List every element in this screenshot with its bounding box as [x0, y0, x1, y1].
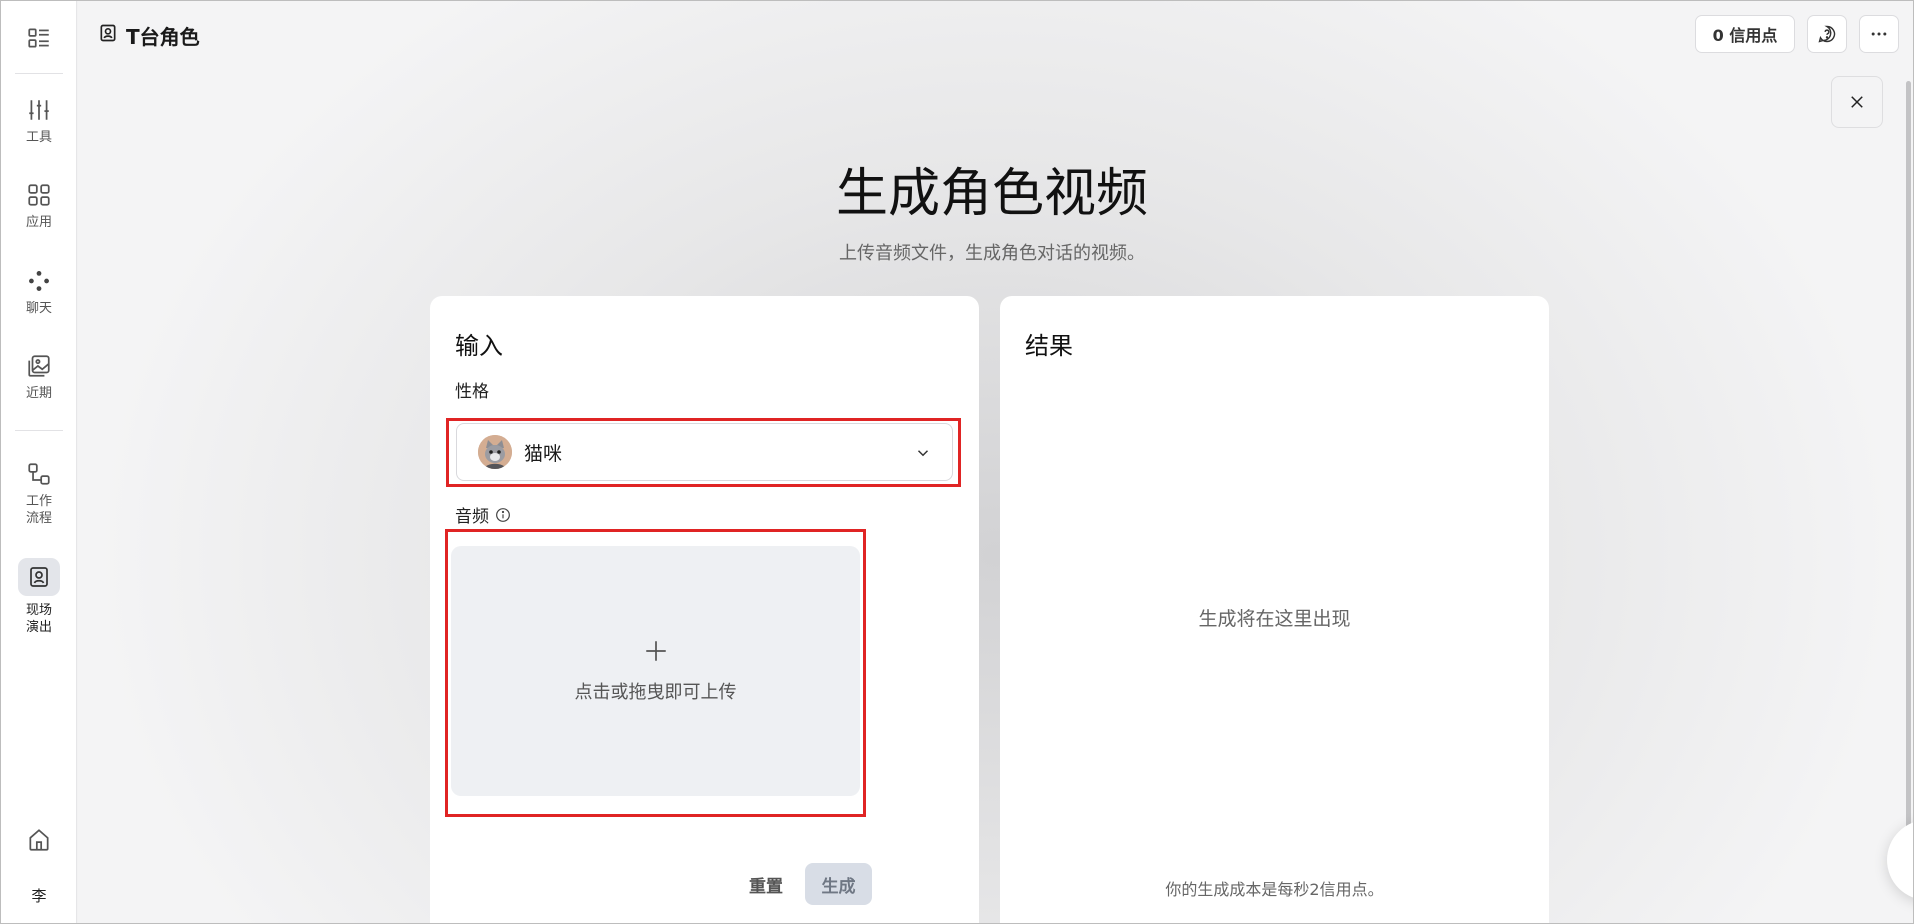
- plus-icon: [646, 641, 666, 661]
- app-window: 工具 应用 聊天 近期 工作 流程 现场 演出 李 T台角色 0 信用点 生成角…: [0, 0, 1914, 924]
- result-placeholder: 生成将在这里出现: [1198, 608, 1351, 630]
- sidebar-item-tools[interactable]: 工具: [1, 97, 77, 146]
- upload-hint: 点击或拖曳即可上传: [574, 682, 737, 703]
- sidebar-item-label: 工具: [25, 130, 52, 145]
- sliders-icon: [29, 100, 49, 120]
- audio-upload-dropzone[interactable]: 点击或拖曳即可上传: [451, 546, 860, 796]
- personality-value: 猫咪: [524, 442, 563, 465]
- personality-select[interactable]: 猫咪: [456, 423, 953, 481]
- generate-button[interactable]: 生成: [805, 863, 872, 905]
- workflow-icon: [28, 463, 50, 485]
- images-icon: [28, 355, 50, 377]
- assistant-fab-button[interactable]: [1887, 820, 1913, 900]
- grid-icon: [28, 184, 50, 206]
- menu-toggle-button[interactable]: [1, 25, 77, 51]
- sidebar-item-workflow[interactable]: 工作 流程: [1, 461, 77, 527]
- audio-label-row: 音频: [455, 502, 511, 527]
- input-panel: 输入 性格 猫咪 音频 点击或拖曳即可上传 重置 生成: [430, 296, 979, 923]
- sidebar-item-label: 聊天: [25, 301, 52, 316]
- scrollbar[interactable]: [1906, 81, 1911, 881]
- close-icon: [1851, 96, 1863, 108]
- feedback-button[interactable]: [1807, 15, 1847, 53]
- home-icon: [29, 829, 49, 851]
- more-options-button[interactable]: [1859, 15, 1899, 53]
- cat-avatar: [478, 435, 512, 469]
- hero-subtitle: 上传音频文件，生成角色对话的视频。: [839, 243, 1145, 264]
- home-button[interactable]: [1, 827, 77, 853]
- sidebar-divider: [15, 430, 63, 431]
- audio-label: 音频: [455, 507, 489, 527]
- sidebar-item-label: 工作 流程: [25, 494, 52, 526]
- user-initial: 李: [31, 887, 47, 905]
- portrait-icon: [30, 567, 48, 587]
- page-title: T台角色: [126, 25, 200, 49]
- sidebar: 工具 应用 聊天 近期 工作 流程 现场 演出 李: [1, 1, 77, 923]
- more-horizontal-icon: [1871, 32, 1887, 36]
- chat-question-icon: [1818, 25, 1836, 43]
- personality-label: 性格: [455, 382, 489, 402]
- chevron-down-icon: [917, 450, 929, 457]
- sidebar-item-label: 现场 演出: [25, 603, 52, 635]
- sidebar-item-label: 应用: [25, 215, 52, 230]
- sidebar-item-recent[interactable]: 近期: [1, 353, 77, 402]
- top-bar: T台角色 0 信用点: [78, 1, 1913, 67]
- result-panel: 结果 生成将在这里出现 你的生成成本是每秒2信用点。: [1000, 296, 1549, 923]
- sidebar-divider: [15, 73, 63, 74]
- sidebar-item-label: 近期: [25, 386, 52, 401]
- sidebar-item-chat[interactable]: 聊天: [1, 268, 77, 317]
- reset-button[interactable]: 重置: [741, 864, 791, 904]
- input-panel-heading: 输入: [455, 332, 503, 360]
- sidebar-item-live[interactable]: 现场 演出: [1, 558, 77, 636]
- cost-note: 你的生成成本是每秒2信用点。: [1165, 880, 1384, 899]
- portrait-icon: [100, 24, 116, 42]
- hero-title: 生成角色视频: [835, 164, 1148, 224]
- user-avatar[interactable]: 李: [1, 885, 77, 906]
- cat-avatar-image: [478, 435, 512, 469]
- info-icon[interactable]: [495, 507, 511, 523]
- main-content: T台角色 0 信用点 生成角色视频 上传音频文件，生成角色对话的视频。 输入 性…: [78, 1, 1913, 923]
- active-indicator: [18, 558, 60, 596]
- menu-list-icon: [28, 28, 49, 48]
- close-button[interactable]: [1831, 76, 1883, 128]
- sidebar-item-apps[interactable]: 应用: [1, 182, 77, 231]
- result-panel-heading: 结果: [1025, 332, 1073, 360]
- credits-button[interactable]: 0 信用点: [1695, 15, 1795, 53]
- dots-icon: [29, 271, 49, 291]
